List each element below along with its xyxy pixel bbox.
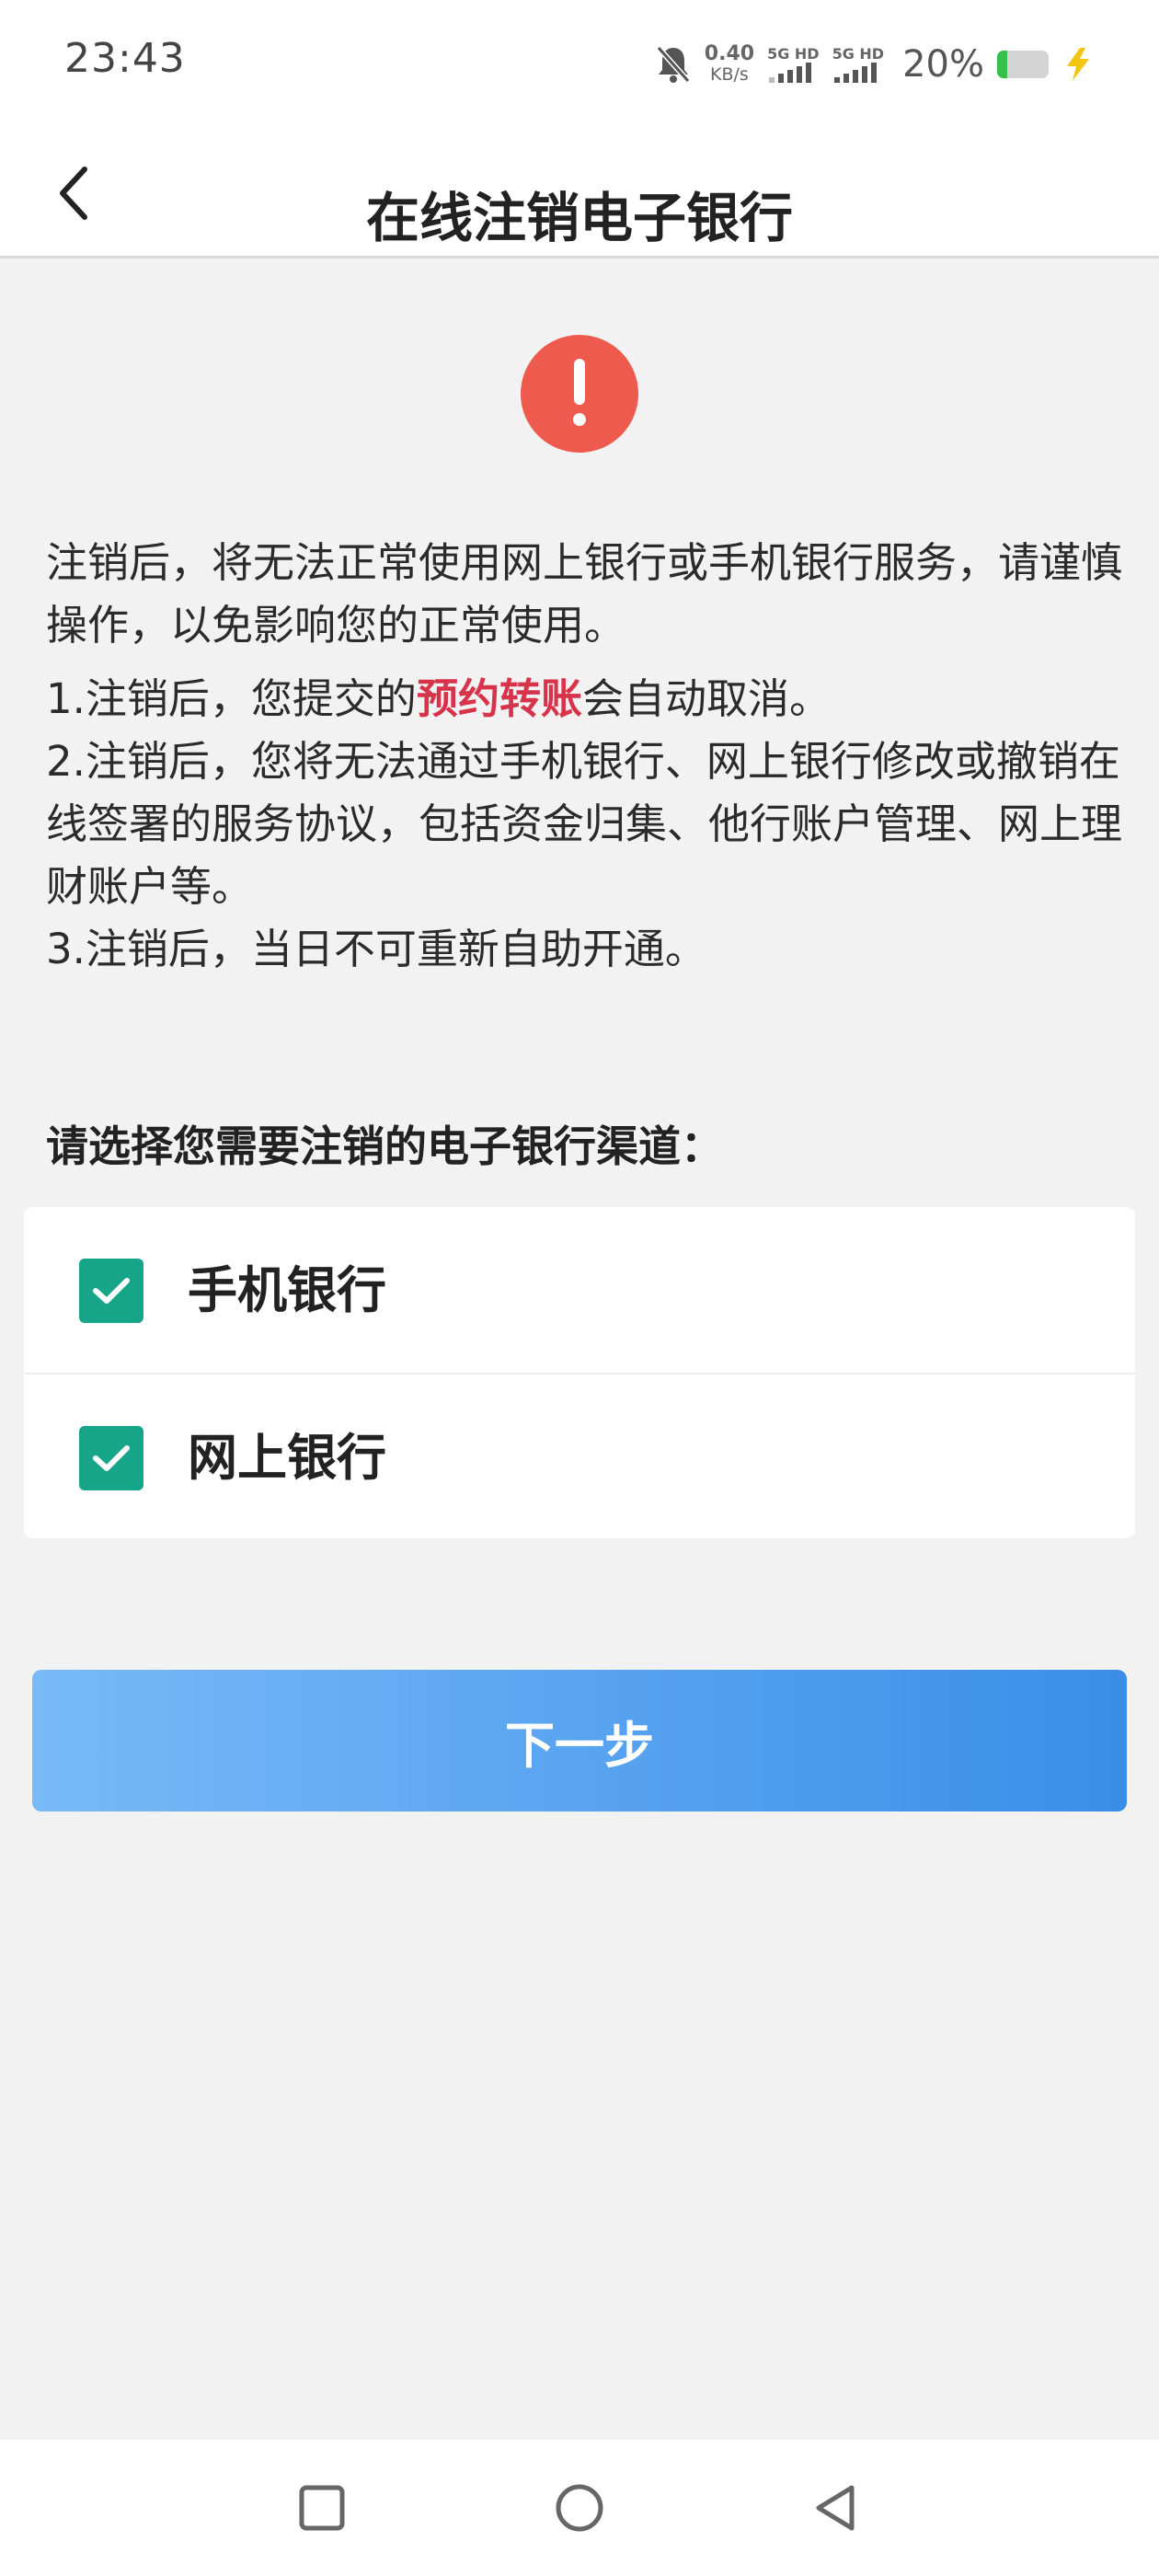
notice-item-1-highlight: 预约转账 <box>416 674 582 723</box>
checkbox-mobile-banking[interactable] <box>79 1259 143 1323</box>
battery-icon <box>997 51 1049 78</box>
sim2-signal: 5G HD <box>832 45 885 83</box>
sim2-label: 5G HD <box>832 45 885 63</box>
checkmark-icon <box>93 1278 130 1304</box>
page-title: 在线注销电子银行 <box>365 187 793 249</box>
notice-item-1: 1.注销后，您提交的预约转账会自动取消。 <box>46 668 1122 730</box>
network-speed: 0.40 KB/s <box>704 42 755 86</box>
status-bar: 23:43 0.40 KB/s 5G HD 5G HD 20% <box>0 0 1159 129</box>
next-step-button[interactable]: 下一步 <box>32 1670 1127 1811</box>
notice-item-1-pre: 1.注销后，您提交的 <box>46 674 417 723</box>
status-icons: 0.40 KB/s 5G HD 5G HD 20% <box>655 37 1095 92</box>
battery-percent: 20% <box>902 43 984 86</box>
recent-apps-icon <box>299 2485 345 2531</box>
signal-icon <box>769 63 812 83</box>
home-icon <box>556 2484 603 2532</box>
exclamation-icon <box>573 359 586 426</box>
nav-bar: 在线注销电子银行 <box>0 129 1159 259</box>
checkbox-online-banking[interactable] <box>79 1426 143 1490</box>
system-back-button[interactable] <box>809 2480 865 2536</box>
notice-intro: 注销后，将无法正常使用网上银行或手机银行服务，请谨慎操作，以免影响您的正常使用。 <box>46 538 1123 650</box>
channel-label: 网上银行 <box>188 1429 386 1487</box>
channel-option-mobile-banking[interactable]: 手机银行 <box>24 1207 1135 1373</box>
charging-bolt-icon <box>1067 48 1089 81</box>
channel-option-online-banking[interactable]: 网上银行 <box>24 1373 1135 1540</box>
signal-icon <box>833 63 877 83</box>
network-speed-value: 0.40 <box>704 42 755 65</box>
status-time: 23:43 <box>64 35 186 82</box>
network-speed-unit: KB/s <box>710 64 749 85</box>
bell-mute-icon <box>656 46 691 83</box>
battery-level-fill <box>997 51 1008 78</box>
channel-label: 手机银行 <box>188 1261 386 1319</box>
warning-badge <box>521 335 638 453</box>
notice-item-1-post: 会自动取消。 <box>581 674 831 723</box>
notice-text: 注销后，将无法正常使用网上银行或手机银行服务，请谨慎操作，以免影响您的正常使用。… <box>46 532 1122 981</box>
checkmark-icon <box>93 1445 130 1471</box>
sim1-label: 5G HD <box>767 45 820 63</box>
channel-select-prompt: 请选择您需要注销的电子银行渠道： <box>46 1121 723 1171</box>
recent-apps-button[interactable] <box>294 2480 350 2536</box>
sim1-signal: 5G HD <box>767 46 820 83</box>
channel-list: 手机银行 网上银行 <box>24 1207 1135 1538</box>
back-triangle-icon <box>816 2485 855 2531</box>
notice-item-2: 2.注销后，您将无法通过手机银行、网上银行修改或撤销在线签署的服务协议，包括资金… <box>46 737 1123 911</box>
system-nav-bar <box>0 2440 1159 2576</box>
notice-item-3: 3.注销后，当日不可重新自助开通。 <box>46 925 706 973</box>
home-button[interactable] <box>552 2480 607 2536</box>
